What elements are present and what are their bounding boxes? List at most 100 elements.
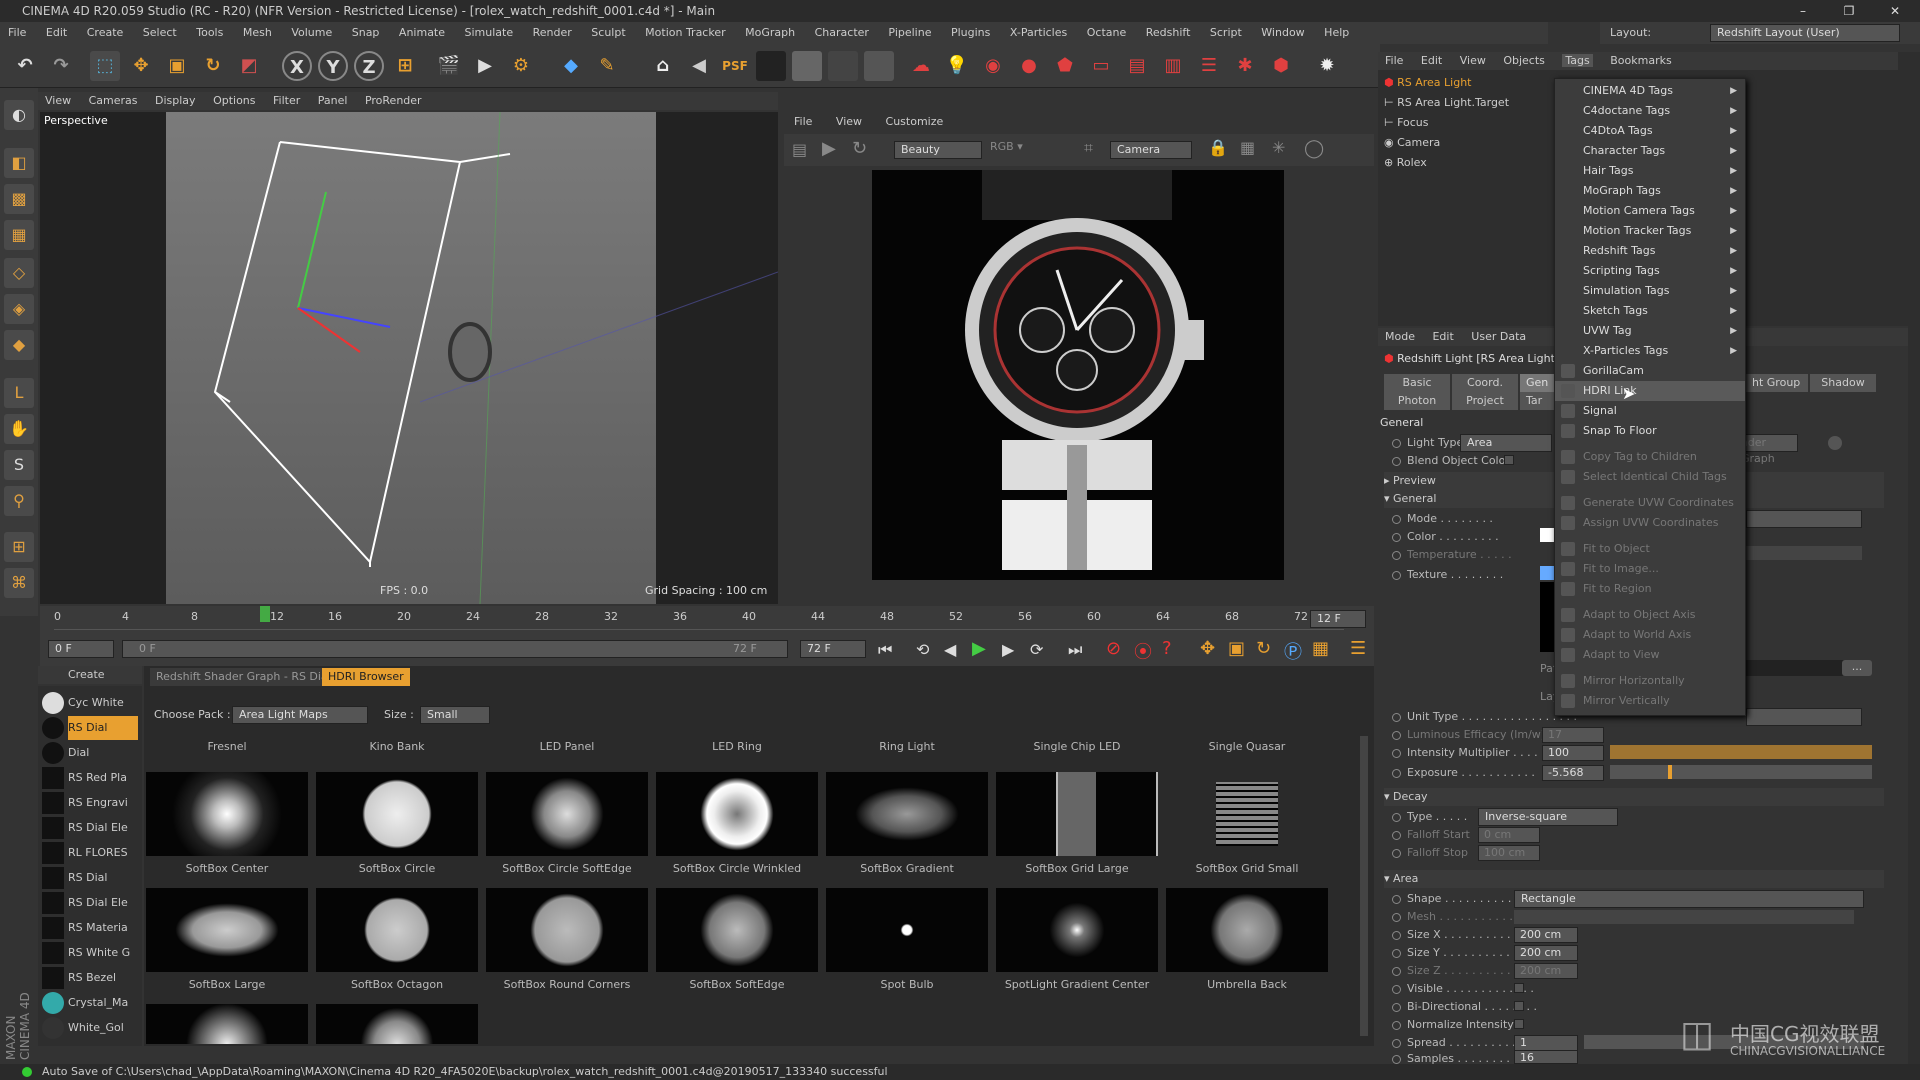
color-mode-icon[interactable]: RGB ▾ [990, 140, 1023, 153]
viewport-menu-view[interactable]: View [45, 94, 71, 107]
solo-icon[interactable]: S [4, 450, 34, 480]
menu-item-motion-camera-tags[interactable]: Motion Camera Tags ▶ [1555, 201, 1745, 221]
size-dropdown[interactable]: Small [420, 706, 490, 724]
normalize-checkbox[interactable] [1514, 1019, 1524, 1029]
rs-area-icon[interactable]: ▥ [1158, 51, 1188, 81]
menu-item-simulation-tags[interactable]: Simulation Tags ▶ [1555, 281, 1745, 301]
menu-volume[interactable]: Volume [291, 26, 332, 39]
pack-dropdown[interactable]: Area Light Maps [232, 706, 368, 724]
lock-workplane-icon[interactable]: ⌘ [4, 568, 34, 598]
display-dark-icon[interactable] [828, 51, 858, 81]
texture-swatch[interactable] [1540, 566, 1554, 580]
crop-icon[interactable]: ⌗ [1084, 138, 1093, 158]
obj-menu-objects[interactable]: Objects [1503, 54, 1545, 67]
tab-shader-graph[interactable]: Redshift Shader Graph - RS Dial [150, 668, 337, 686]
rs-cloud-icon[interactable]: ☁ [906, 51, 936, 81]
redo-icon[interactable]: ↷ [46, 51, 76, 81]
previous-key-icon[interactable]: ⟲ [916, 640, 929, 659]
tab-general[interactable]: Gen [1520, 374, 1554, 392]
material-item[interactable]: RS Dial [68, 866, 138, 890]
mesh-link-field[interactable] [1514, 910, 1854, 924]
points-mode-icon[interactable]: ◇ [4, 258, 34, 288]
close-icon[interactable]: ✕ [1872, 0, 1918, 22]
menu-create[interactable]: Create [87, 26, 124, 39]
render-settings-icon[interactable]: ⚙ [506, 51, 536, 81]
hdri-thumbnail[interactable] [1216, 782, 1278, 846]
shader-graph-icon[interactable] [1828, 436, 1842, 450]
gear-icon[interactable]: ✹ [1312, 51, 1342, 81]
area-section-header[interactable]: ▾ Area [1384, 870, 1884, 888]
material-item[interactable]: Dial [68, 741, 138, 765]
hdri-thumbnail[interactable] [826, 772, 988, 856]
menu-select[interactable]: Select [143, 26, 177, 39]
menu-tools[interactable]: Tools [196, 26, 223, 39]
workplane-grid-icon[interactable]: ⊞ [4, 532, 34, 562]
menu-item-x-particles-tags[interactable]: X-Particles Tags ▶ [1555, 341, 1745, 361]
obj-menu-edit[interactable]: Edit [1421, 54, 1442, 67]
frame-range-slider[interactable]: 0 F 72 F [122, 640, 788, 658]
samples-field[interactable]: 16 [1514, 1050, 1578, 1064]
aov-dropdown[interactable]: Beauty [894, 141, 982, 159]
menu-item-scripting-tags[interactable]: Scripting Tags ▶ [1555, 261, 1745, 281]
menu-character[interactable]: Character [815, 26, 869, 39]
polygons-mode-icon[interactable]: ◆ [4, 330, 34, 360]
snap-icon[interactable]: ⚲ [4, 486, 34, 516]
hdri-thumbnail[interactable] [486, 888, 648, 972]
select-tool-icon[interactable]: ⬚ [90, 51, 120, 81]
material-item[interactable]: RS Materia [68, 916, 138, 940]
rs-proxy-icon[interactable]: ✱ [1230, 51, 1260, 81]
hdri-thumbnail[interactable] [996, 772, 1158, 856]
keyframe-selection-icon[interactable]: ? [1162, 638, 1172, 659]
menu-edit[interactable]: Edit [46, 26, 67, 39]
tab-coord[interactable]: Coord. [1452, 374, 1518, 392]
material-item[interactable]: RS Bezel [68, 966, 138, 990]
tab-target[interactable]: Tar [1520, 392, 1554, 410]
rs-material-icon[interactable]: ⬢ [1266, 51, 1296, 81]
psf-icon[interactable]: PSF [720, 51, 750, 81]
rv-menu-file[interactable]: File [794, 115, 812, 128]
hdri-thumbnail[interactable] [826, 888, 988, 972]
menu-file[interactable]: File [8, 26, 26, 39]
hdri-thumbnail[interactable] [656, 772, 818, 856]
size-y-field[interactable]: 200 cm [1514, 945, 1578, 961]
display-black-icon[interactable] [756, 51, 786, 81]
obj-menu-file[interactable]: File [1385, 54, 1403, 67]
timeline-ruler[interactable]: 0 4 8 12 16 20 24 28 32 36 40 44 48 52 5… [54, 606, 1344, 630]
mode-dropdown[interactable] [1746, 510, 1862, 528]
viewport-menu-display[interactable]: Display [155, 94, 196, 107]
minimize-icon[interactable]: – [1780, 0, 1826, 22]
hdri-thumbnail[interactable] [146, 1004, 308, 1044]
lock-icon[interactable]: 🔒 [1208, 138, 1228, 157]
record-icon[interactable]: ⊘ [1106, 638, 1121, 659]
refresh-icon[interactable]: ↻ [852, 138, 867, 159]
menu-item-signal[interactable]: Signal [1555, 401, 1745, 421]
material-item[interactable]: RS Dial Ele [68, 816, 138, 840]
texture-mode-icon[interactable]: ▩ [4, 184, 34, 214]
rs-ies-icon[interactable]: ▭ [1086, 51, 1116, 81]
size-x-field[interactable]: 200 cm [1514, 927, 1578, 943]
material-item[interactable]: RS Red Pla [68, 766, 138, 790]
hdri-thumbnail[interactable] [486, 772, 648, 856]
material-item-selected[interactable]: RS Dial [68, 716, 138, 740]
key-parameter-icon[interactable]: Ⓟ [1284, 638, 1302, 664]
blend-checkbox[interactable] [1504, 455, 1514, 465]
menu-item-motion-tracker-tags[interactable]: Motion Tracker Tags ▶ [1555, 221, 1745, 241]
spread-field[interactable]: 1 [1514, 1035, 1578, 1051]
rv-menu-customize[interactable]: Customize [886, 115, 944, 128]
go-to-end-icon[interactable]: ⏭ [1068, 640, 1082, 660]
tab-shadow[interactable]: Shadow [1810, 374, 1876, 392]
menu-window[interactable]: Window [1261, 26, 1304, 39]
viewport-menu-prorender[interactable]: ProRender [365, 94, 422, 107]
menu-octane[interactable]: Octane [1087, 26, 1127, 39]
obj-menu-bookmarks[interactable]: Bookmarks [1610, 54, 1671, 67]
menu-item-c4dtoa-tags[interactable]: C4DtoA Tags ▶ [1555, 121, 1745, 141]
hdri-thumbnail[interactable] [146, 888, 308, 972]
menu-redshift[interactable]: Redshift [1146, 26, 1191, 39]
maximize-icon[interactable]: ❐ [1826, 0, 1872, 22]
circle-icon[interactable]: ◯ [1304, 138, 1324, 159]
menu-item-cinema4d-tags[interactable]: CINEMA 4D Tags ▶ [1555, 81, 1745, 101]
menu-item-hair-tags[interactable]: Hair Tags ▶ [1555, 161, 1745, 181]
rs-camera-icon[interactable]: ◉ [978, 51, 1008, 81]
material-item[interactable]: RS White G [68, 941, 138, 965]
temperature-slider[interactable] [1746, 546, 1862, 560]
